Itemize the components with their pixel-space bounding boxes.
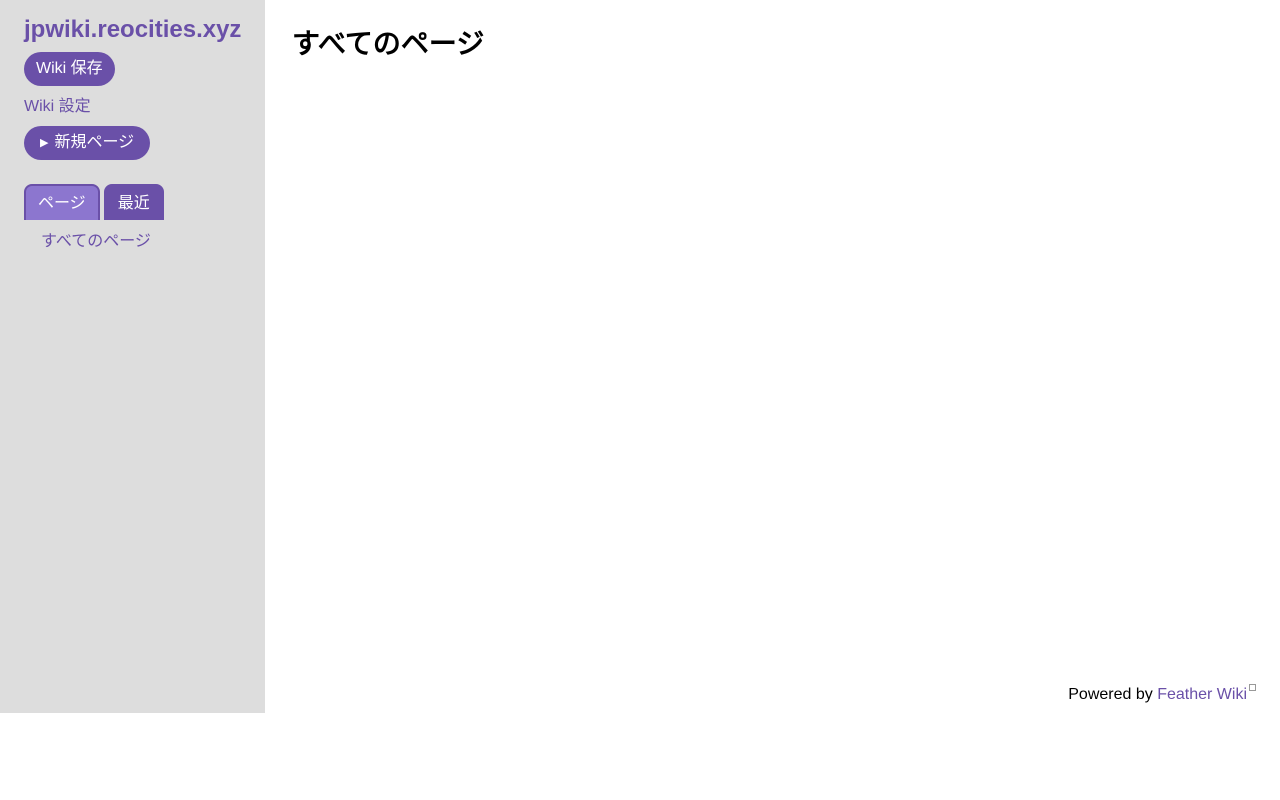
new-page-row: ▶ 新規ページ	[24, 126, 265, 160]
tab-pages[interactable]: ページ	[24, 184, 100, 220]
save-wiki-button[interactable]: Wiki 保存	[24, 52, 115, 86]
main-content: すべてのページ Powered by Feather Wiki	[265, 0, 1280, 713]
wiki-settings-link[interactable]: Wiki 設定	[24, 96, 265, 118]
page-list: すべてのページ	[24, 220, 265, 252]
new-page-button[interactable]: ▶ 新規ページ	[24, 126, 151, 160]
app-window: jpwiki.reocities.xyz Wiki 保存 Wiki 設定 ▶ 新規…	[0, 0, 1280, 713]
page-title: すべてのページ	[292, 28, 485, 59]
page-link-all-pages[interactable]: すべてのページ	[41, 233, 151, 250]
powered-by-text: Powered by	[1068, 686, 1153, 703]
new-page-label: 新規ページ	[54, 134, 135, 151]
sidebar-tabs: ページ 最近	[24, 184, 265, 220]
sidebar: jpwiki.reocities.xyz Wiki 保存 Wiki 設定 ▶ 新規…	[0, 0, 265, 713]
list-item: すべてのページ	[41, 232, 265, 252]
site-title-link[interactable]: jpwiki.reocities.xyz	[24, 16, 265, 44]
save-row: Wiki 保存	[24, 52, 265, 86]
external-link-icon	[1249, 684, 1256, 691]
feather-wiki-link[interactable]: Feather Wiki	[1157, 686, 1247, 703]
footer: Powered by Feather Wiki	[1068, 684, 1256, 705]
play-triangle-icon: ▶	[40, 137, 49, 149]
tab-recent[interactable]: 最近	[103, 184, 164, 220]
